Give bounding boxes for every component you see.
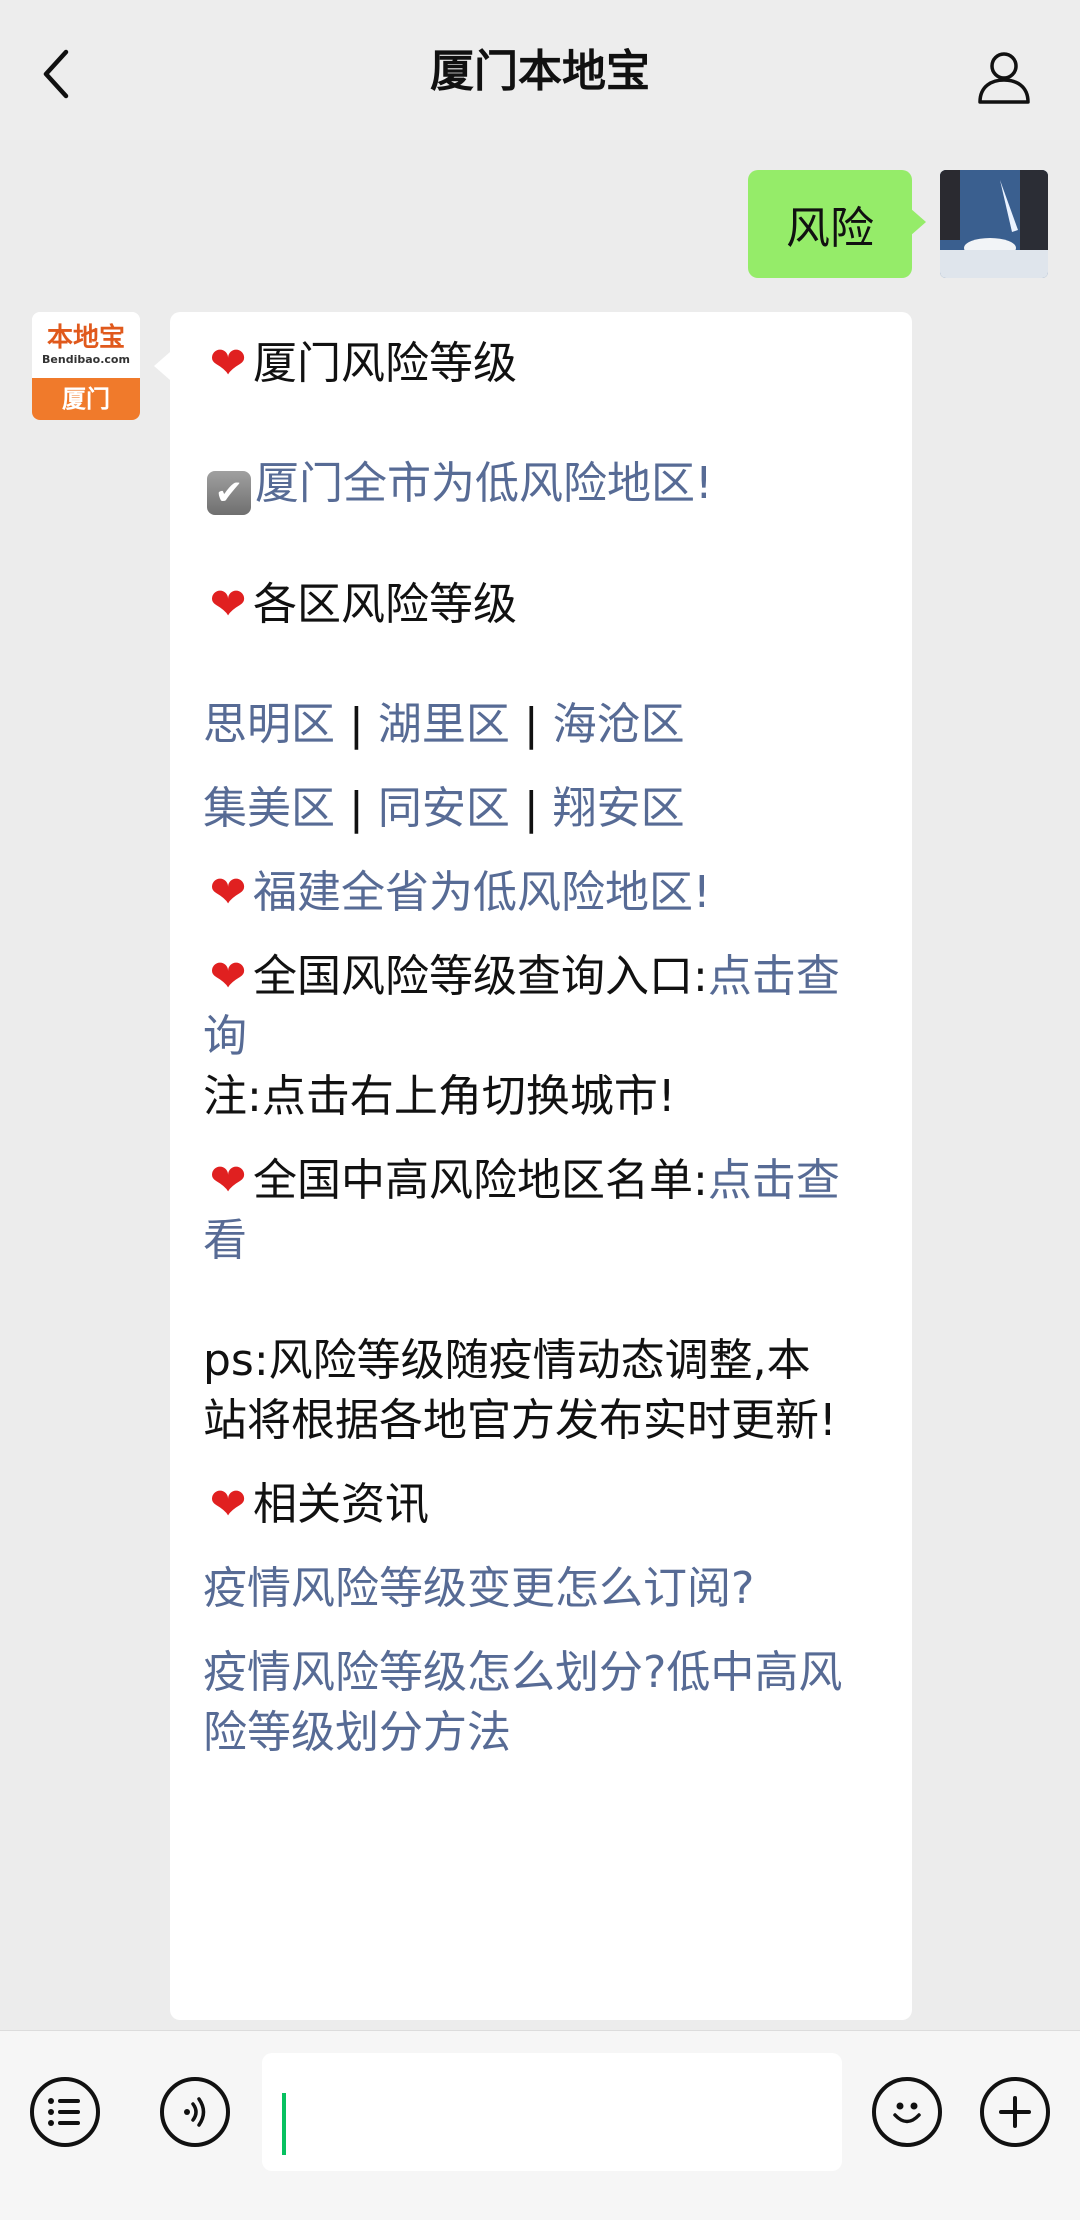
district-link-tongan[interactable]: 同安区 [378, 783, 510, 834]
mid-high-risk-link-cont[interactable]: 看 [203, 1215, 247, 1266]
checkbox-icon: ✔ [207, 471, 251, 515]
district-link-haicang[interactable]: 海沧区 [553, 699, 685, 750]
bot-avatar-city: 厦门 [32, 378, 140, 420]
heart-icon: ❤ [209, 951, 247, 1002]
mid-high-risk-line: ❤ 全国中高风险地区名单:点击查 [203, 1151, 882, 1211]
person-icon[interactable] [972, 44, 1036, 108]
voice-icon[interactable] [160, 2077, 230, 2147]
smiley-icon[interactable] [872, 2077, 942, 2147]
user-avatar-image [940, 170, 1048, 278]
national-query-link-cont[interactable]: 询 [203, 1011, 247, 1062]
heart-icon: ❤ [209, 1479, 247, 1530]
related-link-classification-cont[interactable]: 险等级划分方法 [203, 1707, 511, 1758]
related-link-subscribe[interactable]: 疫情风险等级变更怎么订阅? [203, 1563, 754, 1614]
district-link-jimei[interactable]: 集美区 [203, 783, 335, 834]
switch-city-note: 注:点击右上角切换城市! [203, 1071, 676, 1122]
chat-message-area[interactable]: 风险 本地宝 Bendibao.com 厦门 ❤ 厦门风险等级 ✔ 厦门全市为低风险… [0, 140, 1080, 2030]
ps-line-2: 站将根据各地官方发布实时更新! [203, 1395, 837, 1446]
user-avatar[interactable] [940, 170, 1048, 278]
heading-xiamen-risk: ❤ 厦门风险等级 [203, 334, 882, 394]
page-title: 厦门本地宝 [430, 46, 650, 97]
text-caret [282, 2093, 286, 2155]
top-navigation-bar: 厦门本地宝 [0, 0, 1080, 140]
input-bar [0, 2030, 1080, 2220]
list-menu-icon[interactable] [30, 2077, 100, 2147]
xiamen-low-risk-line: ✔ 厦门全市为低风险地区! [203, 454, 882, 515]
bendibao-logo: 本地宝 Bendibao.com [32, 312, 140, 378]
user-message-bubble[interactable]: 风险 [748, 170, 926, 278]
national-query-line: ❤ 全国风险等级查询入口:点击查 [203, 947, 882, 1007]
fujian-low-risk-line: ❤ 福建全省为低风险地区! [203, 863, 882, 923]
plus-icon[interactable] [980, 2077, 1050, 2147]
district-link-huli[interactable]: 湖里区 [378, 699, 510, 750]
bot-message-bubble: ❤ 厦门风险等级 ✔ 厦门全市为低风险地区! ❤ 各区风险等级 思明区 | 湖里区 |… [154, 312, 912, 2020]
district-link-siming[interactable]: 思明区 [203, 699, 335, 750]
related-link-classification[interactable]: 疫情风险等级怎么划分?低中高风 [203, 1647, 842, 1698]
heading-district-risk: ❤ 各区风险等级 [203, 575, 882, 635]
ps-line-1: ps:风险等级随疫情动态调整,本 [203, 1335, 811, 1386]
mid-high-risk-link[interactable]: 点击查 [708, 1155, 840, 1206]
user-message-text: 风险 [786, 203, 874, 254]
district-row-1: 思明区 | 湖里区 | 海沧区 [203, 699, 685, 750]
heart-icon: ❤ [209, 867, 247, 918]
bot-avatar[interactable]: 本地宝 Bendibao.com 厦门 [32, 312, 140, 420]
message-input[interactable] [262, 2053, 842, 2171]
national-query-link[interactable]: 点击查 [708, 951, 840, 1002]
related-news-heading: ❤ 相关资讯 [203, 1475, 882, 1535]
fujian-low-risk-link[interactable]: 福建全省为低风险地区! [253, 867, 711, 918]
district-row-2: 集美区 | 同安区 | 翔安区 [203, 783, 685, 834]
heart-icon: ❤ [209, 338, 247, 389]
heart-icon: ❤ [209, 579, 247, 630]
district-link-xiangan[interactable]: 翔安区 [553, 783, 685, 834]
heart-icon: ❤ [209, 1155, 247, 1206]
xiamen-low-risk-link[interactable]: 厦门全市为低风险地区! [255, 458, 713, 509]
